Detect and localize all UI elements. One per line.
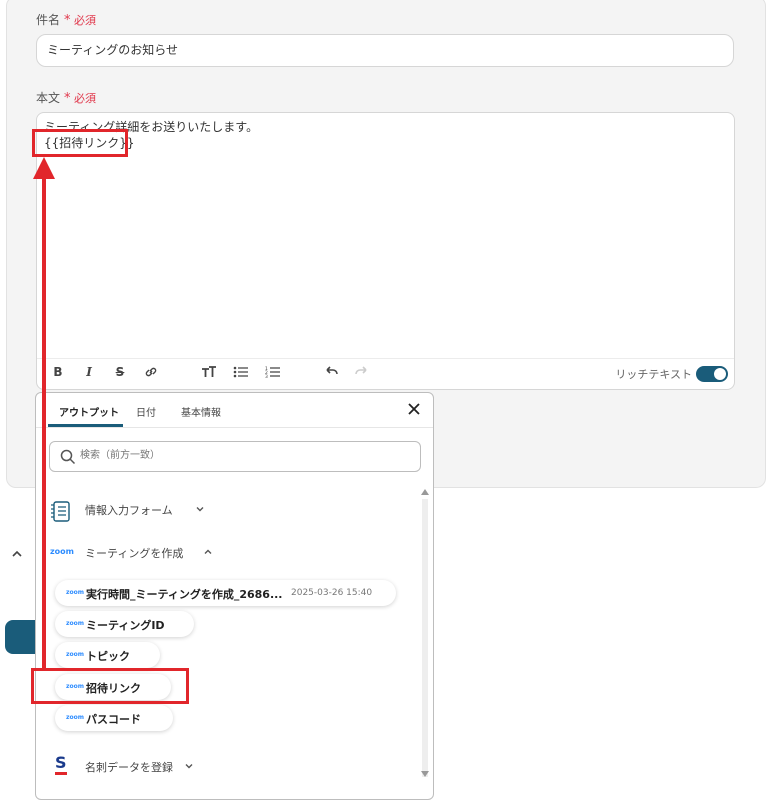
tab-basic-info[interactable]: 基本情報 xyxy=(181,404,221,419)
zoom-logo-icon: zoom xyxy=(66,714,84,721)
svg-text:3: 3 xyxy=(265,374,268,379)
group-zoom[interactable]: zoom ミーティングを作成 xyxy=(50,544,250,566)
rich-text-toggle[interactable] xyxy=(696,366,728,382)
item-name: パスコード xyxy=(86,713,141,726)
list-item-exec-time[interactable]: zoom 実行時間_ミーティングを作成_2686... 2025-03-26 1… xyxy=(55,580,396,606)
bullet-list-icon[interactable] xyxy=(232,365,250,382)
required-text: 必須 xyxy=(74,92,97,105)
group-meishi-label: 名刺データを登録 xyxy=(85,761,173,774)
highlight-box-invite-link xyxy=(31,668,189,704)
zoom-logo-icon: zoom xyxy=(50,547,74,556)
subject-label: 件名 * 必須 xyxy=(36,11,96,28)
svg-text:S: S xyxy=(55,754,67,772)
variable-dropdown: アウトプット 日付 基本情報 情報入力フォーム zoom ミーティングを作成 z… xyxy=(35,392,434,800)
group-zoom-label: ミーティングを作成 xyxy=(85,547,184,560)
text-size-icon[interactable] xyxy=(200,365,218,382)
search-icon xyxy=(60,449,76,465)
subject-label-text: 件名 xyxy=(36,13,61,27)
item-name: ミーティングID xyxy=(86,619,165,632)
tab-date[interactable]: 日付 xyxy=(136,404,156,419)
required-badge: * 必須 xyxy=(64,13,97,28)
search-input[interactable] xyxy=(78,449,402,462)
list-item-topic[interactable]: zoom トピック xyxy=(55,642,160,668)
search-field[interactable] xyxy=(49,441,421,472)
group-form-label: 情報入力フォーム xyxy=(85,504,173,517)
scrollbar[interactable] xyxy=(418,485,432,791)
close-icon[interactable] xyxy=(407,401,421,415)
subject-input[interactable]: ミーティングのお知らせ xyxy=(36,34,734,67)
strikethrough-icon[interactable]: S xyxy=(111,365,129,379)
undo-icon[interactable] xyxy=(322,365,340,382)
chevron-down-icon xyxy=(195,504,205,514)
list-item-passcode[interactable]: zoom パスコード xyxy=(55,705,173,731)
form-icon xyxy=(50,499,72,526)
rich-text-label: リッチテキスト xyxy=(615,368,692,381)
redo-icon[interactable] xyxy=(353,365,371,382)
body-label-text: 本文 xyxy=(36,91,61,105)
annotation-arrow-line xyxy=(42,178,46,670)
sansan-logo-icon: S xyxy=(54,753,68,781)
chevron-down-icon xyxy=(184,761,194,771)
chevron-up-icon[interactable] xyxy=(11,545,23,557)
tabs-divider xyxy=(36,427,433,428)
group-form[interactable]: 情報入力フォーム xyxy=(50,501,250,523)
item-name: トピック xyxy=(86,650,130,663)
editor-toolbar: B I S 123 リッチテキスト xyxy=(37,358,734,389)
annotation-arrow-head xyxy=(33,157,55,179)
chevron-up-icon xyxy=(203,547,213,557)
numbered-list-icon[interactable]: 123 xyxy=(264,365,282,382)
zoom-logo-icon: zoom xyxy=(66,620,84,627)
body-editor[interactable]: ミーティング詳細をお送りいたします。 {{招待リンク}} B I S 123 リ… xyxy=(36,112,735,390)
tab-output[interactable]: アウトプット xyxy=(59,404,119,419)
italic-icon[interactable]: I xyxy=(80,365,98,379)
item-name: 実行時間_ミーティングを作成_2686... xyxy=(86,588,283,601)
required-badge: * 必須 xyxy=(64,91,97,106)
zoom-logo-icon: zoom xyxy=(66,651,84,658)
item-value: 2025-03-26 15:40 xyxy=(291,588,373,598)
zoom-logo-icon: zoom xyxy=(66,589,84,596)
group-meishi[interactable]: S 名刺データを登録 xyxy=(50,753,250,781)
link-icon[interactable] xyxy=(142,365,160,382)
highlight-box-placeholder xyxy=(32,129,128,157)
bold-icon[interactable]: B xyxy=(49,365,67,379)
toggle-knob xyxy=(714,368,726,380)
body-label: 本文 * 必須 xyxy=(36,89,96,106)
list-item-meeting-id[interactable]: zoom ミーティングID xyxy=(55,611,194,637)
required-text: 必須 xyxy=(74,14,97,27)
